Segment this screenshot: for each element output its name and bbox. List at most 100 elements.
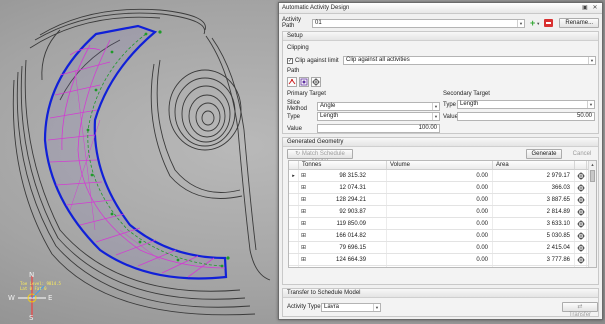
- row-selector[interactable]: [289, 266, 299, 267]
- chevron-down-icon: ▼: [587, 101, 594, 108]
- scroll-up-icon[interactable]: ▲: [589, 161, 596, 169]
- table-row[interactable]: ⊞ 12 074.31 0.00 366.03: [289, 182, 596, 194]
- zoom-to-icon[interactable]: [575, 194, 587, 205]
- zoom-to-icon[interactable]: [575, 242, 587, 253]
- setup-header: Setup: [283, 32, 598, 41]
- table-header: Tonnes Volume Area: [289, 161, 596, 170]
- secondary-value-input[interactable]: 50.00: [457, 112, 595, 121]
- close-icon[interactable]: ✕: [591, 4, 599, 12]
- slice-method-value: Angle: [320, 102, 336, 109]
- zoom-to-icon[interactable]: [575, 170, 587, 181]
- table-row[interactable]: ⊞ 124 664.39 0.00 3 777.86: [289, 254, 596, 266]
- cell-tonnes: ⊞ 79 696.15: [299, 242, 387, 253]
- cell-volume: 0.00: [387, 254, 493, 265]
- compass-north: N: [29, 271, 35, 279]
- table-row[interactable]: ⊞ 79 696.15 0.00 2 415.04: [289, 242, 596, 254]
- cell-volume: 0.00: [387, 266, 493, 267]
- table-row[interactable]: ⊞ 166 014.82 0.00 5 030.85: [289, 230, 596, 242]
- primary-type-value: Length: [320, 113, 339, 119]
- row-selector-arrow-icon[interactable]: ▸: [289, 170, 299, 181]
- secondary-type-row: Type Length ▼: [443, 100, 595, 109]
- automatic-activity-design-dialog: Automatic Activity Design ▣ ✕ Activity P…: [278, 2, 603, 320]
- cell-volume: 0.00: [387, 206, 493, 217]
- row-selector[interactable]: [289, 218, 299, 229]
- link-icon: ↻: [295, 151, 301, 157]
- column-tonnes[interactable]: Tonnes: [299, 161, 387, 169]
- remove-icon[interactable]: [544, 19, 554, 27]
- edit-path-icon[interactable]: [299, 77, 309, 87]
- zoom-to-icon[interactable]: [575, 206, 587, 217]
- transfer-row: Activity Type Lavra ▼ ⇄ Transfer: [287, 302, 598, 318]
- activity-path-value: 01: [315, 19, 322, 26]
- primary-type-select[interactable]: Length ▼: [317, 112, 440, 121]
- column-volume[interactable]: Volume: [387, 161, 493, 169]
- table-row[interactable]: ⊞167 194.220.005 063.81: [289, 266, 596, 267]
- crosshair-icon[interactable]: [311, 77, 321, 87]
- zoom-to-icon[interactable]: [575, 230, 587, 241]
- cell-area: 5 030.85: [493, 230, 575, 241]
- slice-method-select[interactable]: Angle ▼: [317, 101, 440, 111]
- cell-tonnes: ⊞ 166 014.82: [299, 230, 387, 241]
- generated-geometry-section: Generated Geometry ↻ Match Schedule Mode…: [282, 137, 599, 285]
- tonnes-value: 119 850.09: [336, 221, 367, 227]
- primary-value-input[interactable]: 100.00: [317, 124, 440, 133]
- zoom-to-icon[interactable]: [575, 218, 587, 229]
- row-selector[interactable]: [289, 182, 299, 193]
- clip-against-limit-checkbox[interactable]: ✓: [287, 57, 293, 64]
- add-icon[interactable]: +: [530, 18, 535, 28]
- match-schedule-model-button[interactable]: ↻ Match Schedule Model: [287, 149, 353, 165]
- secondary-type-value: Length: [460, 101, 479, 107]
- chevron-down-icon[interactable]: ▼: [536, 21, 540, 26]
- clip-against-limit-label: Clip against limit: [295, 57, 339, 64]
- clip-row: ✓ Clip against limit Clip against all ac…: [287, 56, 596, 65]
- scroll-thumb[interactable]: [590, 170, 595, 182]
- cell-area: 3 887.65: [493, 194, 575, 205]
- secondary-type-select[interactable]: Length ▼: [457, 100, 595, 109]
- table-row[interactable]: ⊞ 119 850.09 0.00 3 633.10: [289, 218, 596, 230]
- zoom-to-icon[interactable]: [575, 266, 587, 267]
- generate-button[interactable]: Generate: [526, 149, 562, 159]
- row-selector[interactable]: [289, 242, 299, 253]
- row-selector[interactable]: [289, 206, 299, 217]
- cell-tonnes: ⊞167 194.22: [299, 266, 387, 267]
- activity-type-select[interactable]: Lavra ▼: [321, 302, 381, 312]
- pin-icon[interactable]: ▣: [581, 4, 589, 12]
- secondary-target-header: Secondary Target: [443, 91, 490, 97]
- table-row[interactable]: ▸ ⊞ 98 315.32 0.00 2 979.17: [289, 170, 596, 182]
- activity-path-select[interactable]: 01 ▼: [312, 18, 525, 28]
- primary-type-row: Type Length ▼: [287, 112, 440, 121]
- zoom-to-icon[interactable]: [575, 254, 587, 265]
- table-row[interactable]: ⊞ 92 903.87 0.00 2 814.89: [289, 206, 596, 218]
- cell-tonnes: ⊞ 92 903.87: [299, 206, 387, 217]
- table-row[interactable]: ⊞ 128 294.21 0.00 3 887.65: [289, 194, 596, 206]
- dialog-titlebar[interactable]: Automatic Activity Design ▣ ✕: [279, 3, 602, 14]
- row-selector[interactable]: [289, 194, 299, 205]
- cell-tonnes: ⊞ 12 074.31: [299, 182, 387, 193]
- rename-button[interactable]: Rename...: [559, 18, 600, 28]
- row-selector[interactable]: [289, 254, 299, 265]
- path-label: Path: [287, 68, 300, 74]
- compass-south: S: [29, 314, 34, 322]
- tonnes-value: 98 315.32: [339, 173, 367, 179]
- zoom-to-icon[interactable]: [575, 182, 587, 193]
- table-scrollbar[interactable]: ▲: [588, 161, 596, 267]
- draw-path-icon[interactable]: [287, 77, 297, 87]
- cell-tonnes: ⊞ 98 315.32: [299, 170, 387, 181]
- table-body: ▸ ⊞ 98 315.32 0.00 2 979.17 ⊞ 12 074.31 0.00 366…: [289, 170, 596, 267]
- row-selector[interactable]: [289, 230, 299, 241]
- cell-tonnes: ⊞ 119 850.09: [299, 218, 387, 229]
- activity-path-row: Activity Path 01 ▼ + ▼ Rename...: [282, 17, 600, 29]
- clip-mode-select[interactable]: Clip against all activities ▼: [343, 56, 596, 65]
- column-area[interactable]: Area: [493, 161, 575, 169]
- generated-toolbar: ↻ Match Schedule Model Generate Cancel: [287, 149, 598, 165]
- cell-volume: 0.00: [387, 218, 493, 229]
- cell-volume: 0.00: [387, 170, 493, 181]
- transfer-button[interactable]: ⇄ Transfer: [562, 302, 598, 318]
- header-spacer: [575, 161, 587, 169]
- cell-volume: 0.00: [387, 194, 493, 205]
- tonnes-value: 79 696.15: [339, 245, 367, 251]
- cancel-button[interactable]: Cancel: [566, 149, 598, 159]
- dialog-title: Automatic Activity Design: [282, 5, 350, 11]
- cell-tonnes: ⊞ 124 664.39: [299, 254, 387, 265]
- activity-type-value: Lavra: [324, 303, 340, 310]
